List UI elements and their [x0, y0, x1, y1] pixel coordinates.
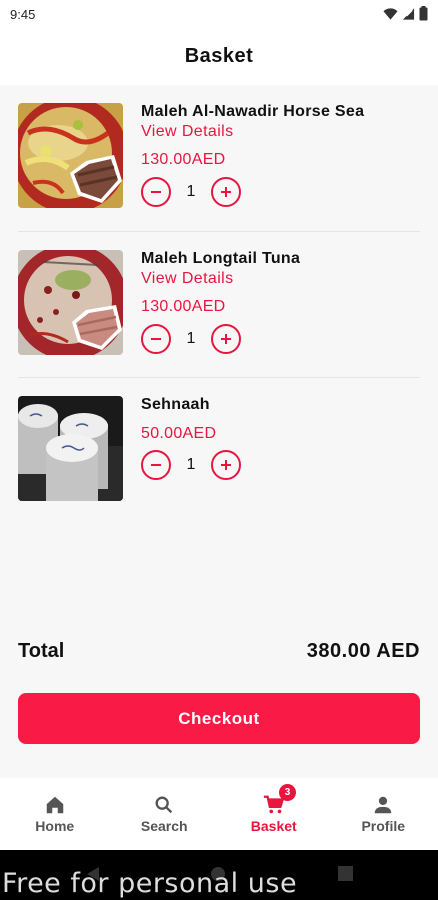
watermark: Free for personal use	[2, 868, 298, 899]
total-label: Total	[18, 640, 65, 662]
item-price: 50.00AED	[141, 425, 217, 442]
basket-item: Maleh Longtail Tuna View Details 130.00A…	[18, 250, 420, 360]
increment-button[interactable]	[211, 324, 241, 354]
nav-profile[interactable]: Profile	[329, 778, 438, 850]
item-price: 130.00AED	[141, 298, 226, 315]
minus-icon	[151, 338, 161, 340]
increment-button[interactable]	[211, 450, 241, 480]
nav-label: Search	[140, 818, 188, 834]
page-title: Basket	[184, 45, 254, 67]
signal-icon	[402, 7, 415, 20]
view-details-link[interactable]: View Details	[141, 123, 234, 141]
header: Basket	[0, 28, 438, 85]
bottom-nav: Home Search 3 Basket Profile	[0, 778, 438, 850]
item-name: Maleh Longtail Tuna	[141, 250, 301, 267]
basket-item: Sehnaah 50.00AED 1	[18, 396, 420, 506]
nav-label: Basket	[250, 818, 297, 834]
divider	[18, 377, 420, 378]
nav-home[interactable]: Home	[0, 778, 110, 850]
decrement-button[interactable]	[141, 177, 171, 207]
divider	[18, 231, 420, 232]
total-row: Total 380.00 AED	[18, 640, 420, 663]
quantity-value: 1	[186, 183, 196, 200]
nav-label: Home	[35, 818, 75, 834]
decrement-button[interactable]	[141, 450, 171, 480]
quantity-stepper: 1	[141, 324, 241, 354]
plus-icon	[221, 460, 231, 470]
quantity-stepper: 1	[141, 177, 241, 207]
basket-item: Maleh Al-Nawadir Horse Sea View Details …	[18, 103, 420, 213]
person-icon	[375, 796, 392, 814]
plus-icon	[221, 187, 231, 197]
home-icon	[46, 796, 63, 814]
status-time: 9:45	[10, 6, 36, 22]
plus-icon	[221, 334, 231, 344]
battery-icon	[419, 6, 428, 21]
cart-badge: 3	[279, 784, 296, 801]
decrement-button[interactable]	[141, 324, 171, 354]
recents-icon[interactable]	[338, 866, 353, 881]
product-image[interactable]	[18, 103, 123, 208]
increment-button[interactable]	[211, 177, 241, 207]
product-image[interactable]	[18, 396, 123, 501]
quantity-value: 1	[186, 330, 196, 347]
product-image[interactable]	[18, 250, 123, 355]
view-details-link[interactable]: View Details	[141, 270, 234, 288]
nav-basket[interactable]: 3 Basket	[219, 778, 329, 850]
minus-icon	[151, 191, 161, 193]
quantity-stepper: 1	[141, 450, 241, 480]
minus-icon	[151, 464, 161, 466]
quantity-value: 1	[186, 456, 196, 473]
status-icons	[383, 6, 428, 21]
wifi-icon	[383, 7, 398, 20]
item-name: Maleh Al-Nawadir Horse Sea	[141, 103, 365, 120]
checkout-button[interactable]: Checkout	[18, 693, 420, 744]
item-price: 130.00AED	[141, 151, 226, 168]
item-name: Sehnaah	[141, 396, 210, 413]
total-value: 380.00 AED	[306, 640, 420, 662]
search-icon	[155, 796, 173, 814]
nav-label: Profile	[361, 818, 406, 834]
status-bar: 9:45	[0, 0, 438, 28]
nav-search[interactable]: Search	[110, 778, 220, 850]
